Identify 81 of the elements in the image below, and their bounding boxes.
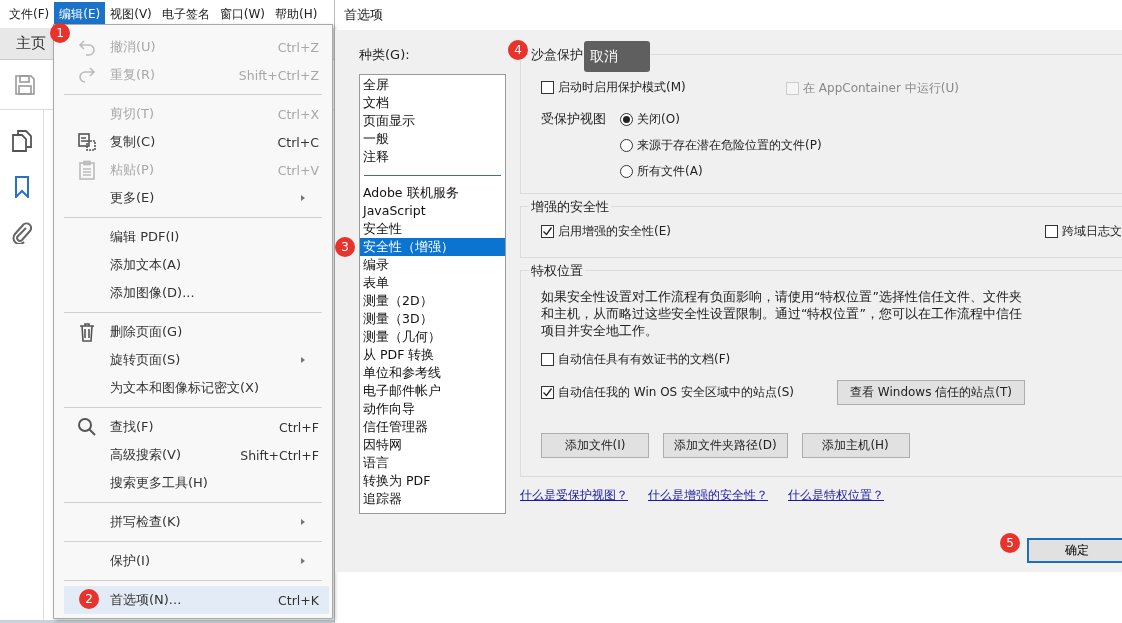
submenu-arrow-icon [301, 195, 305, 201]
category-item[interactable]: Adobe 联机服务 [360, 184, 505, 202]
trash-icon [77, 322, 97, 342]
checkbox[interactable]: 自动信任我的 Win OS 安全区域中的站点(S) [541, 384, 795, 401]
category-item[interactable]: 注释 [360, 148, 505, 166]
menu-item[interactable]: 为文本和图像标记密文(X) [64, 374, 329, 402]
add-button[interactable]: 添加主机(H) [801, 433, 910, 458]
checkbox[interactable]: 启用增强的安全性(E) [541, 223, 671, 240]
help-link[interactable]: 什么是特权位置？ [788, 487, 884, 504]
category-label: 种类(G): [359, 46, 411, 64]
category-item[interactable]: 表单 [360, 274, 505, 292]
radio-option[interactable]: 来源于存在潜在危险位置的文件(P) [620, 137, 822, 154]
category-item[interactable]: 因特网 [360, 436, 505, 454]
menu-item[interactable]: 添加图像(D)... [64, 279, 329, 307]
undo-icon [77, 37, 97, 57]
menu-item[interactable]: 拼写检查(K) [64, 508, 329, 536]
radio-option[interactable]: 所有文件(A) [620, 163, 822, 180]
menu-item[interactable]: 高级搜索(V) Shift+Ctrl+F [64, 441, 329, 469]
category-item[interactable]: 从 PDF 转换 [360, 346, 505, 364]
bookmark-icon[interactable] [13, 176, 30, 198]
redo-icon [77, 65, 97, 85]
menu-item[interactable]: 添加文本(A) [64, 251, 329, 279]
description-text: 如果安全性设置对工作流程有负面影响，请使用“特权位置”选择性信任文件、文件夹 和主机，从而略过这些安全性设置限制。通过“特权位置”，您可以在工作流程中信任 项目并安全地工作。 [541, 288, 1023, 339]
tooltip: 取消 [584, 41, 650, 72]
menu-item[interactable]: 复制(C) Ctrl+C [64, 128, 329, 156]
category-item[interactable]: 单位和参考线 [360, 364, 505, 382]
view-sites-button[interactable]: 查看 Windows 信任的站点(T) [837, 380, 1025, 405]
save-icon[interactable] [14, 73, 36, 96]
protected-view-label: 受保护视图 [541, 111, 607, 128]
category-item[interactable]: JavaScript [360, 202, 505, 220]
help-link[interactable]: 什么是受保护视图？ [520, 487, 628, 504]
menu-item[interactable]: 删除页面(G) [64, 318, 329, 346]
category-item[interactable]: 文档 [360, 94, 505, 112]
submenu-arrow-icon [301, 357, 305, 363]
checkbox[interactable]: 自动信任具有有效证书的文档(F) [541, 351, 731, 368]
category-item[interactable]: 语言 [360, 454, 505, 472]
checkbox[interactable]: 跨域日志文 [1045, 223, 1122, 240]
checkmark-icon [542, 387, 553, 398]
home-tab[interactable]: 主页 [0, 34, 46, 53]
category-item[interactable]: 动作向导 [360, 400, 505, 418]
category-item[interactable]: 一般 [360, 130, 505, 148]
category-item[interactable]: 电子邮件帐户 [360, 382, 505, 400]
add-button[interactable]: 添加文件夹路径(D) [663, 433, 788, 458]
group-title: 沙盒保护 [529, 46, 585, 64]
category-item[interactable]: 页面显示 [360, 112, 505, 130]
menu-item[interactable]: 编辑 PDF(I) [64, 223, 329, 251]
category-item[interactable]: 信任管理器 [360, 418, 505, 436]
paperclip-icon[interactable] [11, 222, 32, 244]
category-item[interactable]: 编录 [360, 256, 505, 274]
category-item[interactable]: 测量（2D） [360, 292, 505, 310]
category-item[interactable]: 转换为 PDF [360, 472, 505, 490]
category-item[interactable]: 全屏 [360, 76, 505, 94]
radio-option[interactable]: 关闭(O) [620, 111, 822, 128]
menu-bar-item[interactable]: 电子签名 [156, 1, 215, 27]
menu-item[interactable]: 查找(F) Ctrl+F [64, 413, 329, 441]
menu-item[interactable]: 搜索更多工具(H) [64, 469, 329, 497]
menu-bar-item[interactable]: 编辑(E) [54, 1, 106, 27]
category-item[interactable]: 测量（几何） [360, 328, 505, 346]
menu-bar-item[interactable]: 窗口(W) [214, 1, 271, 27]
checkbox[interactable]: 启动时启用保护模式(M) [541, 79, 686, 96]
group-title: 增强的安全性 [529, 198, 611, 216]
submenu-arrow-icon [301, 519, 305, 525]
search-icon [77, 417, 97, 437]
checkmark-icon [542, 226, 553, 237]
ok-button[interactable]: 确定 [1027, 538, 1122, 563]
category-item[interactable]: 安全性（增强） [360, 238, 505, 256]
menu-item[interactable]: 旋转页面(S) [64, 346, 329, 374]
clipboard-icon [77, 160, 97, 180]
menu-bar-item[interactable]: 帮助(H) [270, 1, 323, 27]
submenu-arrow-icon [301, 558, 305, 564]
add-button[interactable]: 添加文件(I) [541, 433, 649, 458]
help-link[interactable]: 什么是增强的安全性？ [648, 487, 768, 504]
category-item[interactable]: 测量（3D） [360, 310, 505, 328]
pages-icon[interactable] [11, 130, 32, 152]
category-item[interactable]: 安全性 [360, 220, 505, 238]
group-title: 特权位置 [529, 262, 585, 280]
menu-item[interactable]: 更多(E) [64, 184, 329, 212]
copy-icon [77, 132, 97, 152]
menu-bar-item[interactable]: 视图(V) [105, 1, 157, 27]
menu-item[interactable]: 保护(I) [64, 547, 329, 575]
category-item[interactable]: 追踪器 [360, 490, 505, 508]
